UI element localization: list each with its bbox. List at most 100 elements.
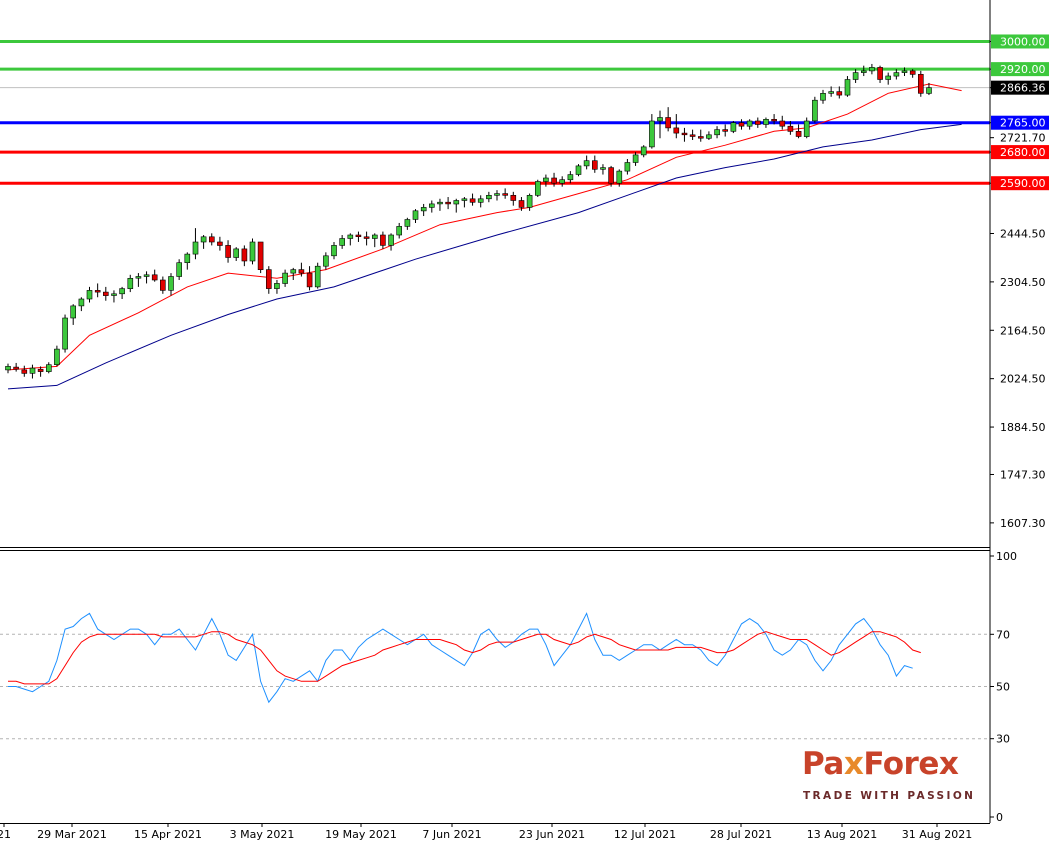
candle-body bbox=[917, 74, 924, 94]
candle-body bbox=[673, 127, 680, 134]
candle-body bbox=[795, 131, 802, 137]
candle-body bbox=[616, 170, 623, 184]
time-tick-label: 15 Apr 2021 bbox=[134, 828, 202, 841]
price-tick-label: 1884.50 bbox=[1000, 421, 1046, 434]
candle-body bbox=[168, 276, 174, 291]
candle-body bbox=[45, 364, 52, 372]
level-label: 2680.00 bbox=[1000, 146, 1046, 159]
candle-body bbox=[722, 129, 729, 132]
candle bbox=[314, 262, 321, 289]
candle-body bbox=[192, 241, 199, 255]
candle-body bbox=[111, 293, 117, 296]
candle-body bbox=[486, 195, 492, 200]
candle-body bbox=[371, 234, 378, 239]
candle-body bbox=[13, 366, 19, 370]
candle bbox=[257, 241, 264, 274]
price-tick-label: 2444.50 bbox=[1000, 227, 1046, 240]
candle-body bbox=[844, 79, 851, 96]
candle-body bbox=[640, 146, 647, 156]
candle bbox=[575, 164, 582, 177]
candle-body bbox=[469, 198, 476, 203]
candle-body bbox=[477, 198, 484, 203]
price-tick-label: 1747.30 bbox=[1000, 468, 1046, 481]
candle-body bbox=[624, 162, 631, 172]
candle-body bbox=[575, 165, 582, 175]
candle-body bbox=[209, 236, 215, 243]
candle-body bbox=[282, 272, 288, 284]
oscillator-tick-label: 100 bbox=[996, 550, 1017, 563]
candle-body bbox=[746, 120, 753, 127]
time-tick-label: 12 Jul 2021 bbox=[614, 828, 676, 841]
logo-wordmark: PaxForex bbox=[802, 746, 959, 782]
candle-body bbox=[518, 200, 525, 208]
candle-body bbox=[437, 201, 443, 205]
candle-body bbox=[323, 255, 329, 267]
candle-body bbox=[151, 274, 158, 281]
candle-body bbox=[135, 276, 142, 279]
chart: 3000.00 2920.00 2866.36 2765.00 2721.702680.… bbox=[0, 0, 1057, 844]
level-label: 2765.00 bbox=[1000, 117, 1046, 130]
time-tick-label: 13 Aug 2021 bbox=[807, 828, 877, 841]
candle-body bbox=[396, 226, 403, 236]
candle-body bbox=[225, 245, 231, 258]
price-tick-label: 2304.50 bbox=[1000, 276, 1046, 289]
time-tick-label: 21 bbox=[0, 828, 11, 841]
candle-body bbox=[257, 241, 264, 271]
candle-body bbox=[290, 269, 297, 274]
candle-body bbox=[909, 70, 916, 75]
candle-body bbox=[160, 279, 166, 291]
candle-body bbox=[591, 160, 598, 170]
candle-body bbox=[649, 120, 655, 148]
candle-body bbox=[355, 234, 362, 238]
candle-body bbox=[94, 290, 101, 293]
candle-body bbox=[665, 117, 671, 129]
candle bbox=[62, 314, 68, 353]
candle-body bbox=[738, 122, 745, 127]
candle-body bbox=[860, 70, 867, 73]
time-tick-label: 29 Mar 2021 bbox=[37, 828, 107, 841]
candle-body bbox=[78, 298, 85, 307]
candle-body bbox=[877, 67, 883, 80]
candle-body bbox=[820, 93, 826, 101]
candle bbox=[917, 70, 924, 97]
candle-body bbox=[306, 272, 313, 288]
candle-body bbox=[176, 262, 182, 277]
candle-body bbox=[314, 265, 321, 288]
oscillator-tick-label: 70 bbox=[996, 628, 1010, 641]
candle-body bbox=[388, 234, 394, 246]
candle-body bbox=[681, 132, 688, 136]
candle-body bbox=[657, 117, 663, 122]
candle-body bbox=[901, 70, 908, 73]
current-price-label: 2866.36 bbox=[1000, 82, 1046, 95]
candle-body bbox=[127, 277, 134, 289]
price-tick-label: 2721.70 bbox=[1000, 132, 1046, 145]
candle-body bbox=[502, 193, 509, 196]
candle-body bbox=[5, 366, 11, 371]
candle-body bbox=[754, 120, 761, 125]
time-tick-label: 3 May 2021 bbox=[230, 828, 295, 841]
candle-body bbox=[21, 369, 28, 374]
candle-body bbox=[461, 198, 468, 201]
paxforex-logo: PaxForex TRADE WITH PASSION bbox=[802, 746, 976, 806]
candle bbox=[812, 96, 818, 123]
candle-body bbox=[689, 134, 696, 137]
candle-body bbox=[885, 75, 892, 80]
candle-body bbox=[543, 177, 549, 182]
candle-body bbox=[298, 269, 305, 274]
candle-body bbox=[771, 119, 777, 122]
candle-body bbox=[200, 236, 207, 243]
candle-body bbox=[265, 269, 272, 289]
logo-tagline: TRADE WITH PASSION bbox=[803, 790, 976, 802]
candle-body bbox=[70, 305, 76, 319]
candle-body bbox=[412, 210, 419, 220]
candle-body bbox=[706, 134, 712, 139]
candle-body bbox=[241, 248, 248, 262]
candle-body bbox=[926, 87, 932, 94]
candle bbox=[249, 238, 256, 265]
candle-body bbox=[404, 219, 411, 227]
price-tick-label: 2024.50 bbox=[1000, 373, 1046, 386]
candle bbox=[730, 120, 737, 134]
candle-body bbox=[714, 129, 720, 136]
candle-body bbox=[184, 253, 191, 264]
candle-body bbox=[428, 203, 435, 208]
